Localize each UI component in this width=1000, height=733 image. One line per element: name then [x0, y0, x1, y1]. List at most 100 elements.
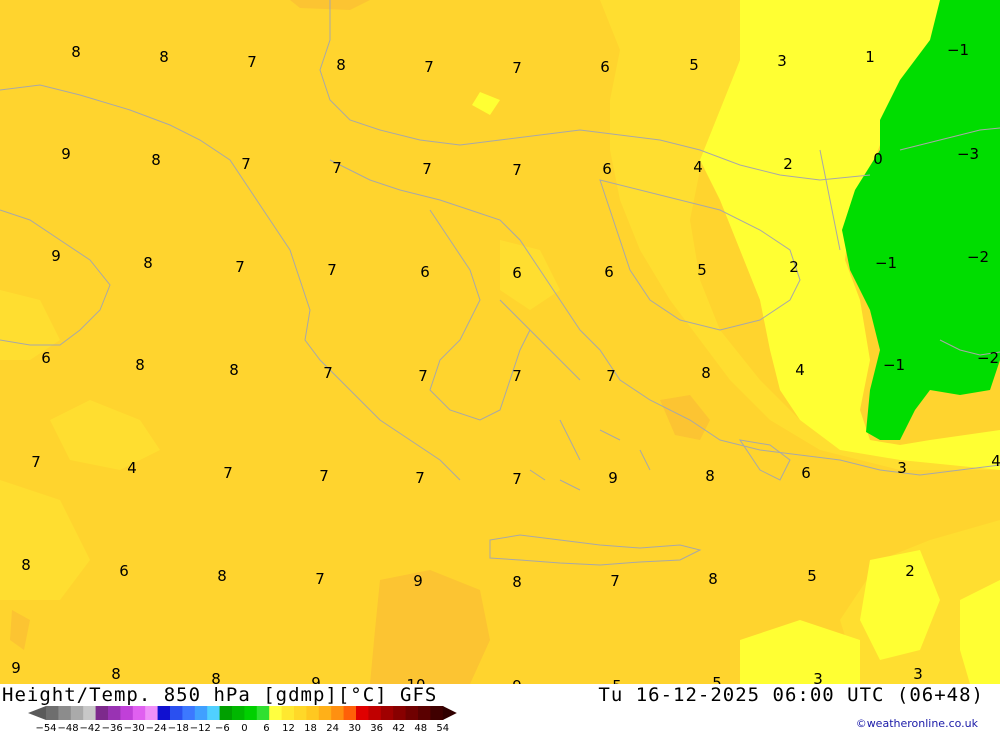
- temperature-value: 7: [223, 464, 233, 482]
- temperature-value: 3: [813, 670, 823, 684]
- legend-swatch: [157, 706, 171, 720]
- legend-swatch: [170, 706, 183, 720]
- temperature-value: 2: [905, 562, 915, 580]
- legend-swatch: [294, 706, 307, 720]
- temperature-value: 6: [41, 349, 51, 367]
- legend-arrow-right: [442, 706, 457, 720]
- temperature-value: 9: [413, 572, 423, 590]
- temperature-value: 8: [111, 665, 121, 683]
- legend-swatch: [95, 706, 109, 720]
- legend-tick-label: 18: [304, 723, 317, 732]
- temperature-value: 5: [689, 56, 699, 74]
- temperature-value: 9: [512, 677, 522, 684]
- temperature-value: 8: [705, 467, 715, 485]
- temperature-value: 1: [865, 48, 875, 66]
- legend-swatch: [46, 706, 59, 720]
- map-title: Height/Temp. 850 hPa [gdmp][°C] GFS: [2, 684, 438, 706]
- temperature-value: 8: [217, 567, 227, 585]
- legend-swatch: [393, 706, 407, 720]
- temperature-value: 7: [418, 367, 428, 385]
- legend-tick-label: −6: [215, 723, 230, 732]
- temperature-value: 8: [135, 356, 145, 374]
- temperature-value: 5: [712, 674, 722, 684]
- legend-swatch: [83, 706, 97, 720]
- temperature-value: 8: [159, 48, 169, 66]
- legend-swatch: [430, 706, 444, 720]
- temperature-value: 9: [11, 659, 21, 677]
- legend-swatch: [418, 706, 431, 720]
- legend-tick-label: 42: [392, 723, 405, 732]
- temperature-value: 7: [610, 572, 620, 590]
- legend-tick-label: −12: [190, 723, 211, 732]
- legend-swatch: [368, 706, 382, 720]
- legend-swatch: [256, 706, 270, 720]
- temperature-value: 7: [606, 367, 616, 385]
- legend-swatch: [194, 706, 208, 720]
- temperature-value: 6: [801, 464, 811, 482]
- legend-tick-label: 6: [263, 723, 269, 732]
- legend-swatch: [219, 706, 233, 720]
- temperature-value: 7: [235, 258, 245, 276]
- legend-swatch: [281, 706, 295, 720]
- legend-swatch: [120, 706, 134, 720]
- legend-swatch: [132, 706, 146, 720]
- temperature-value: 5: [697, 261, 707, 279]
- temperature-value: 6: [420, 263, 430, 281]
- temperature-value: 8: [708, 570, 718, 588]
- legend-swatch: [380, 706, 394, 720]
- temperature-value: 7: [323, 364, 333, 382]
- temperature-value: −2: [977, 349, 999, 367]
- legend-tick-label: 0: [241, 723, 247, 732]
- temperature-value: −1: [947, 41, 969, 59]
- temperature-value: 4: [991, 452, 1000, 470]
- temperature-value: 8: [512, 573, 522, 591]
- temperature-value: 0: [873, 150, 883, 168]
- temperature-value: 7: [315, 570, 325, 588]
- map-canvas: 8 8 7 8 7 7 6 5 3 1 −1 9 8 7 7 7 7 6 4 2 0 −3 9 8 7 7 6 6 6 5 2 −1 −2 6 8 8…: [0, 0, 1000, 684]
- temperature-value: 10: [406, 676, 425, 684]
- temperature-value: 6: [604, 263, 614, 281]
- temperature-value: 8: [143, 254, 153, 272]
- temperature-value: 3: [897, 459, 907, 477]
- temperature-value: 7: [31, 453, 41, 471]
- temperature-map[interactable]: 8 8 7 8 7 7 6 5 3 1 −1 9 8 7 7 7 7 6 4 2 0 −3 9 8 7 7 6 6 6 5 2 −1 −2 6 8 8…: [0, 0, 1000, 684]
- temperature-value: 6: [602, 160, 612, 178]
- legend-swatch: [343, 706, 357, 720]
- temperature-value: −1: [883, 356, 905, 374]
- legend-swatch: [318, 706, 332, 720]
- temperature-value: 3: [777, 52, 787, 70]
- temperature-value: 8: [71, 43, 81, 61]
- legend-tick-label: −48: [57, 723, 78, 732]
- legend-swatch: [182, 706, 196, 720]
- legend-swatch: [108, 706, 121, 720]
- temperature-value: 7: [415, 469, 425, 487]
- legend-tick-label: 48: [414, 723, 427, 732]
- legend-tick-label: 30: [348, 723, 361, 732]
- legend-tick-label: 36: [370, 723, 383, 732]
- temperature-value: 7: [319, 467, 329, 485]
- legend-swatch: [70, 706, 84, 720]
- legend-swatch: [405, 706, 419, 720]
- legend-swatch: [232, 706, 245, 720]
- temperature-value: 6: [512, 264, 522, 282]
- temperature-value: 9: [61, 145, 71, 163]
- temperature-value: −1: [875, 254, 897, 272]
- temperature-value: 8: [701, 364, 711, 382]
- temperature-value: 8: [336, 56, 346, 74]
- footer: Height/Temp. 850 hPa [gdmp][°C] GFS Tu 1…: [0, 684, 1000, 733]
- legend-tick-label: 54: [436, 723, 449, 732]
- temperature-value: 2: [783, 155, 793, 173]
- legend-tick-label: −54: [35, 723, 56, 732]
- temperature-value: 7: [512, 470, 522, 488]
- legend-tick-label: 12: [282, 723, 295, 732]
- legend-swatch: [207, 706, 221, 720]
- legend-tick-label: −18: [168, 723, 189, 732]
- legend-tick-label: −24: [146, 723, 167, 732]
- credit-link[interactable]: ©weatheronline.co.uk: [856, 717, 978, 730]
- temperature-value: 8: [229, 361, 239, 379]
- legend-swatch: [306, 706, 320, 720]
- legend-swatch: [269, 706, 283, 720]
- temperature-value: 9: [51, 247, 61, 265]
- temperature-value: 7: [424, 58, 434, 76]
- temperature-value: 4: [127, 459, 137, 477]
